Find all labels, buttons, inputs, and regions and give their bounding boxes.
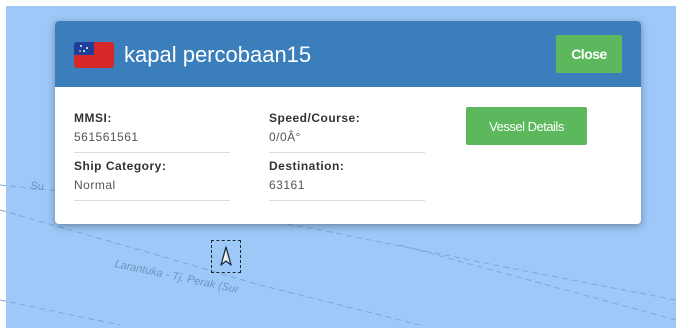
destination-label: Destination: xyxy=(269,159,345,173)
map-view[interactable]: Su Larantuka - Tj. Perak (Sur kapal perc… xyxy=(0,0,676,328)
speed-course-value: 0/0Â° xyxy=(269,130,301,144)
destination-value: 63161 xyxy=(269,178,305,192)
mmsi-label: MMSI: xyxy=(74,111,112,125)
mmsi-field: MMSI: 561561561 xyxy=(74,110,230,153)
close-button[interactable]: Close xyxy=(556,35,622,73)
ship-category-label: Ship Category: xyxy=(74,159,167,173)
mmsi-value: 561561561 xyxy=(74,130,139,144)
ship-category-field: Ship Category: Normal xyxy=(74,158,230,201)
vessel-details-button[interactable]: Vessel Details xyxy=(466,107,587,145)
vessel-name: kapal percobaan15 xyxy=(124,42,312,67)
vessel-popup: kapal percobaan15 Close MMSI: 561561561 … xyxy=(55,21,641,224)
ship-category-value: Normal xyxy=(74,178,116,192)
route-line-right xyxy=(399,244,676,321)
ship-marker[interactable] xyxy=(211,240,241,273)
samoa-flag-icon xyxy=(74,42,114,68)
speed-course-field: Speed/Course: 0/0Â° xyxy=(269,110,425,153)
route-line-main xyxy=(0,209,421,326)
popup-header: kapal percobaan15 Close xyxy=(55,21,641,87)
vessel-arrow-icon xyxy=(220,245,232,266)
route-line-lower xyxy=(0,299,121,326)
route-label-side: Su xyxy=(29,180,45,194)
speed-course-label: Speed/Course: xyxy=(269,111,361,125)
destination-field: Destination: 63161 xyxy=(269,158,425,201)
